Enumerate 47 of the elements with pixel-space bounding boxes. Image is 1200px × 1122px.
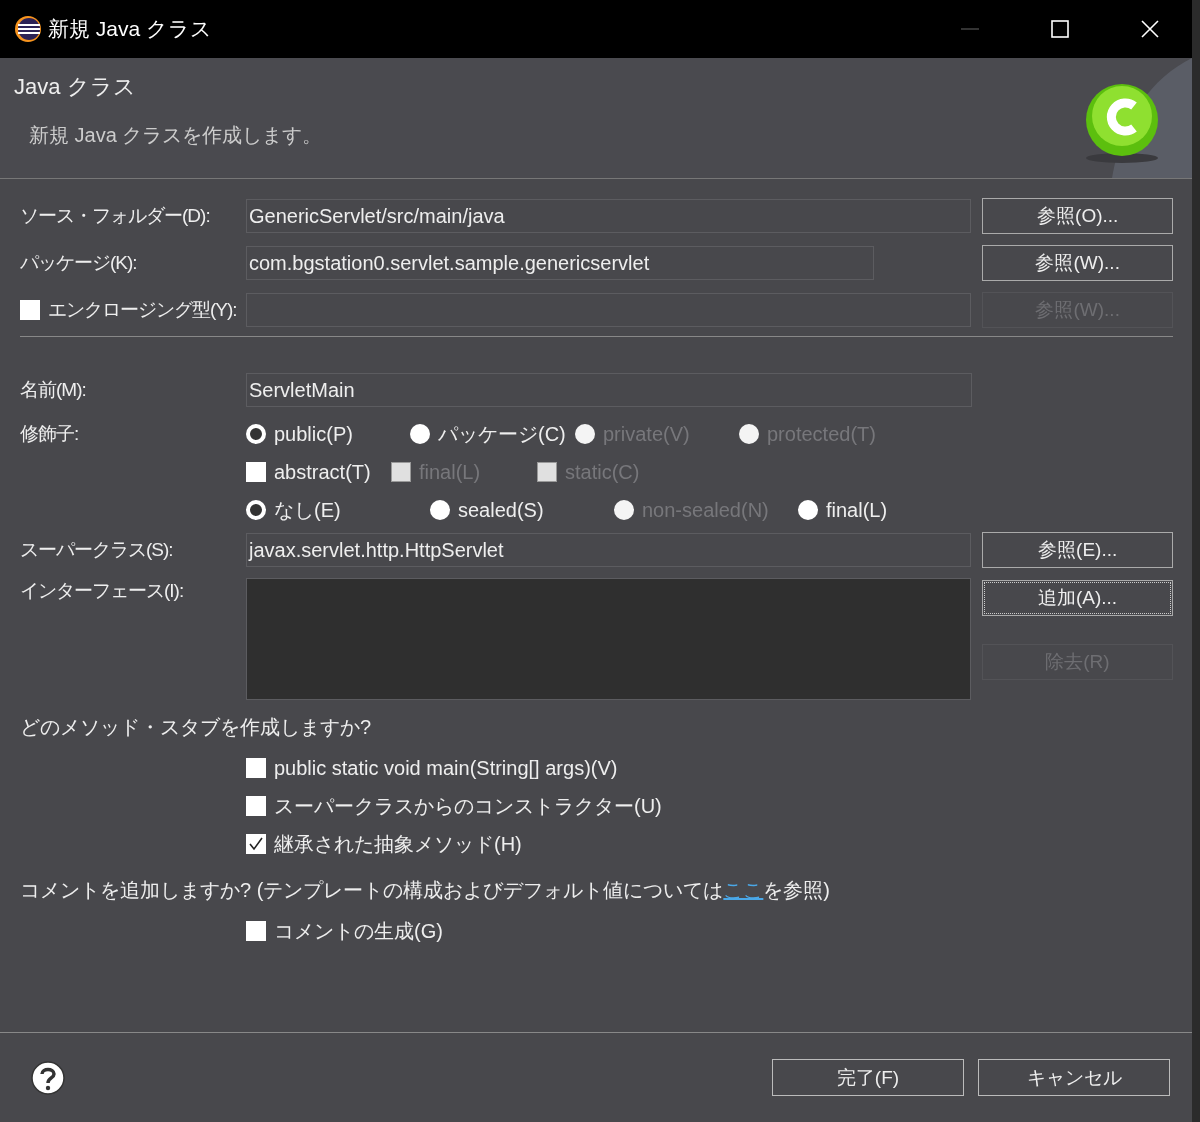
option-label: final(L) bbox=[826, 498, 888, 522]
option-label: sealed(S) bbox=[458, 498, 544, 522]
input-field[interactable]: GenericServlet/src/main/java bbox=[246, 199, 972, 233]
close-icon[interactable] bbox=[1140, 19, 1160, 39]
checkbox[interactable] bbox=[246, 921, 266, 941]
help-icon[interactable] bbox=[30, 1059, 66, 1096]
field-label: スーパークラス(S): bbox=[20, 538, 173, 562]
field-label: エンクロージング型(Y): bbox=[48, 298, 237, 322]
radio-button[interactable] bbox=[246, 424, 266, 444]
field-label: パッケージ(K): bbox=[20, 251, 137, 275]
window-title: 新規 Java クラス bbox=[48, 16, 213, 42]
field-label: インターフェース(I): bbox=[20, 579, 184, 603]
option-label: コメントの生成(G) bbox=[274, 918, 443, 944]
checkbox[interactable] bbox=[246, 462, 266, 482]
radio-button[interactable] bbox=[246, 500, 266, 520]
input-field[interactable]: ServletMain bbox=[246, 373, 973, 407]
dialog-button[interactable]: キャンセル bbox=[978, 1059, 1170, 1096]
checkbox[interactable] bbox=[20, 300, 40, 320]
eclipse-icon bbox=[14, 15, 42, 43]
checkbox[interactable] bbox=[246, 758, 266, 778]
field-label: 名前(M): bbox=[20, 378, 86, 402]
option-label: public static void main(String[] args)(V) bbox=[274, 756, 618, 780]
field-label: ソース・フォルダー(D): bbox=[20, 204, 210, 228]
option-label: スーパークラスからのコンストラクター(U) bbox=[274, 793, 662, 819]
input-field[interactable]: javax.servlet.http.HttpServlet bbox=[246, 533, 972, 567]
option-label: パッケージ(C) bbox=[438, 421, 566, 447]
dialog-button[interactable]: 完了(F) bbox=[772, 1059, 964, 1096]
question-text: どのメソッド・スタブを作成しますか? bbox=[20, 715, 373, 740]
input-field[interactable]: com.bgstation0.servlet.sample.genericservlet bbox=[246, 246, 874, 280]
browse-button[interactable]: 参照(W)... bbox=[982, 245, 1173, 281]
checked-checkbox[interactable] bbox=[246, 834, 266, 854]
browse-button[interactable]: 参照(E)... bbox=[982, 532, 1173, 568]
option-label: なし(E) bbox=[274, 497, 341, 523]
field-label: 修飾子: bbox=[20, 422, 79, 446]
radio-button[interactable] bbox=[410, 424, 430, 444]
option-label: 継承された抽象メソッド(H) bbox=[274, 831, 522, 857]
checkbox[interactable] bbox=[246, 796, 266, 816]
browse-button[interactable]: 参照(O)... bbox=[982, 198, 1173, 234]
browse-button[interactable]: 追加(A)... bbox=[982, 580, 1173, 616]
page-description: 新規 Java クラスを作成します。 bbox=[28, 123, 324, 148]
radio-button[interactable] bbox=[430, 500, 450, 520]
maximize-icon[interactable] bbox=[1050, 19, 1070, 39]
page-title: Java クラス bbox=[14, 73, 137, 101]
radio-button[interactable] bbox=[798, 500, 818, 520]
question-text: コメントを追加しますか? (テンプレートの構成およびデフォルト値についてはここ を参照) bbox=[20, 878, 831, 903]
option-label: abstract(T) bbox=[274, 460, 371, 484]
option-label: public(P) bbox=[274, 422, 353, 446]
